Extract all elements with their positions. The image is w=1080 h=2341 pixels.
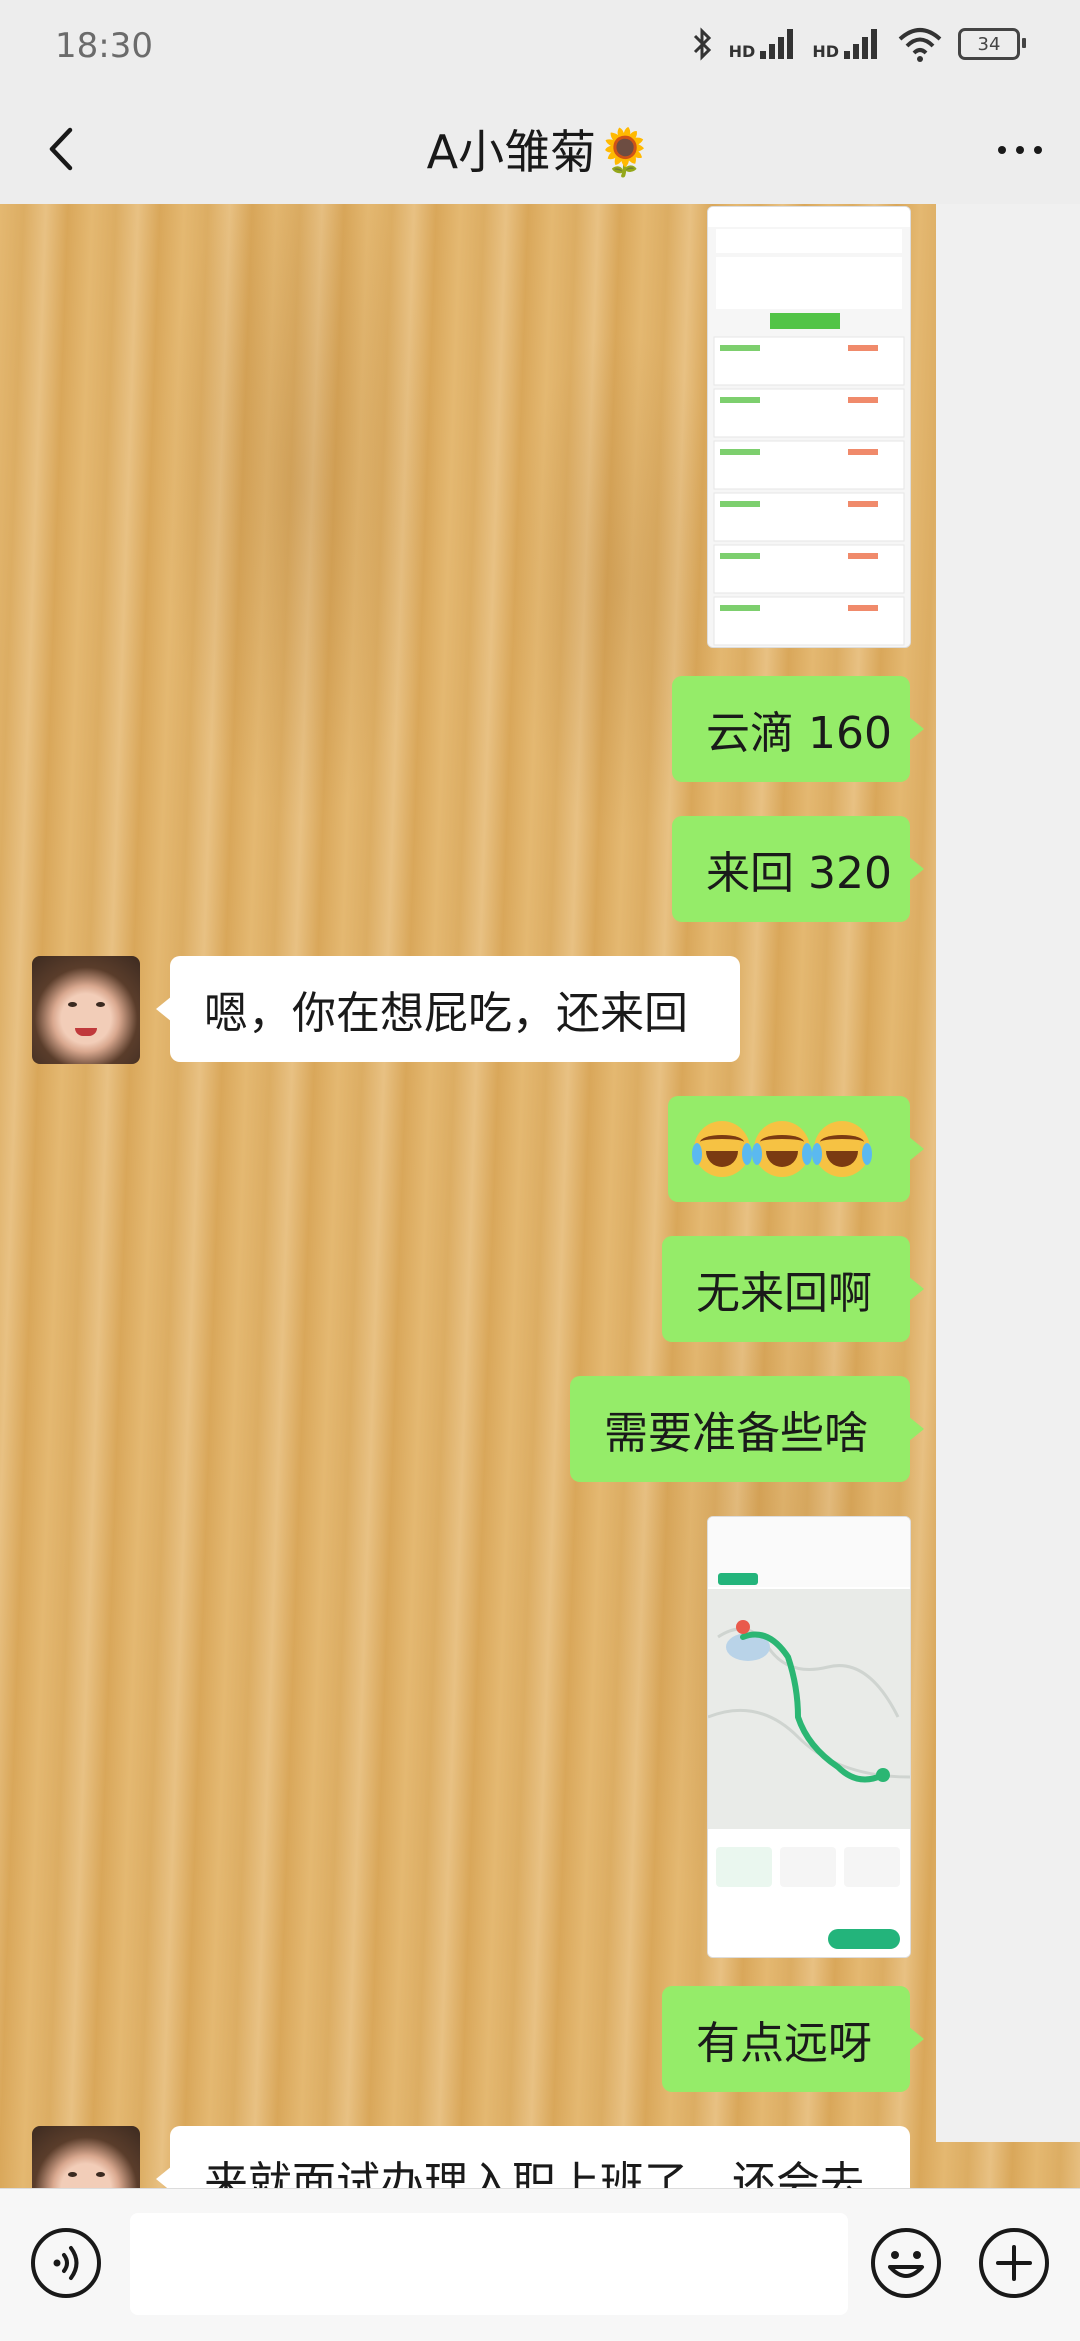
laughing-crying-face-icon (752, 1121, 812, 1177)
message-bubble[interactable]: 嗯，你在想屁吃，还来回 (156, 956, 740, 1062)
message-text: 需要准备些啥 (604, 1408, 868, 1459)
message-text: 来就面试办理入职上班了，还会去 (204, 2158, 864, 2188)
message-bubble[interactable]: 来回 320 (672, 816, 924, 922)
battery-level: 34 (977, 33, 1001, 55)
message-text: 无来回啊 (696, 1268, 872, 1319)
message-text: 来回 320 (706, 848, 892, 899)
chat-message-list[interactable]: 云滴 160 来回 320 嗯，你在想屁吃，还来回 无来回啊 需要准备些啥 有点… (0, 204, 1080, 2188)
signal-1-icon: HD (729, 27, 799, 61)
battery-icon: 34 (958, 28, 1026, 60)
status-time: 18:30 (55, 26, 153, 66)
bluetooth-icon (693, 27, 711, 61)
screenshot-ride-list-icon (708, 207, 910, 647)
message-bubble[interactable]: 有点远呀 (662, 1986, 924, 2092)
message-bubble[interactable]: 云滴 160 (672, 676, 924, 782)
more-actions-plus-icon[interactable] (978, 2227, 1050, 2299)
signal-2-icon: HD (812, 27, 882, 61)
emoji-picker-icon[interactable] (870, 2227, 942, 2299)
message-text-input[interactable] (130, 2213, 848, 2315)
emoji-message-bubble[interactable] (668, 1096, 924, 1202)
wifi-icon (898, 28, 942, 62)
contact-avatar[interactable] (32, 2126, 140, 2188)
background-panel (936, 204, 1080, 2142)
image-message-1[interactable] (707, 206, 911, 648)
voice-input-icon[interactable] (30, 2227, 102, 2299)
chat-title: A小雏菊🌻 (426, 125, 654, 179)
message-bubble[interactable]: 无来回啊 (662, 1236, 924, 1342)
message-bubble[interactable]: 需要准备些啥 (570, 1376, 924, 1482)
message-bubble[interactable]: 来就面试办理入职上班了，还会去 (156, 2126, 910, 2188)
chat-header: A小雏菊🌻 (0, 96, 1080, 204)
message-text: 云滴 160 (706, 708, 892, 759)
message-text: 有点远呀 (696, 2018, 872, 2069)
screenshot-map-route-icon (708, 1517, 910, 1957)
message-input-bar (0, 2188, 1080, 2341)
contact-avatar[interactable] (32, 956, 140, 1064)
laughing-crying-face-icon (692, 1121, 752, 1177)
more-options-icon[interactable] (990, 120, 1050, 180)
message-text: 嗯，你在想屁吃，还来回 (204, 988, 688, 1039)
laughing-crying-face-icon (812, 1121, 872, 1177)
status-bar: 18:30 HD HD 34 (0, 0, 1080, 96)
image-message-2[interactable] (707, 1516, 911, 1958)
status-icons: HD HD 34 (691, 24, 1026, 64)
